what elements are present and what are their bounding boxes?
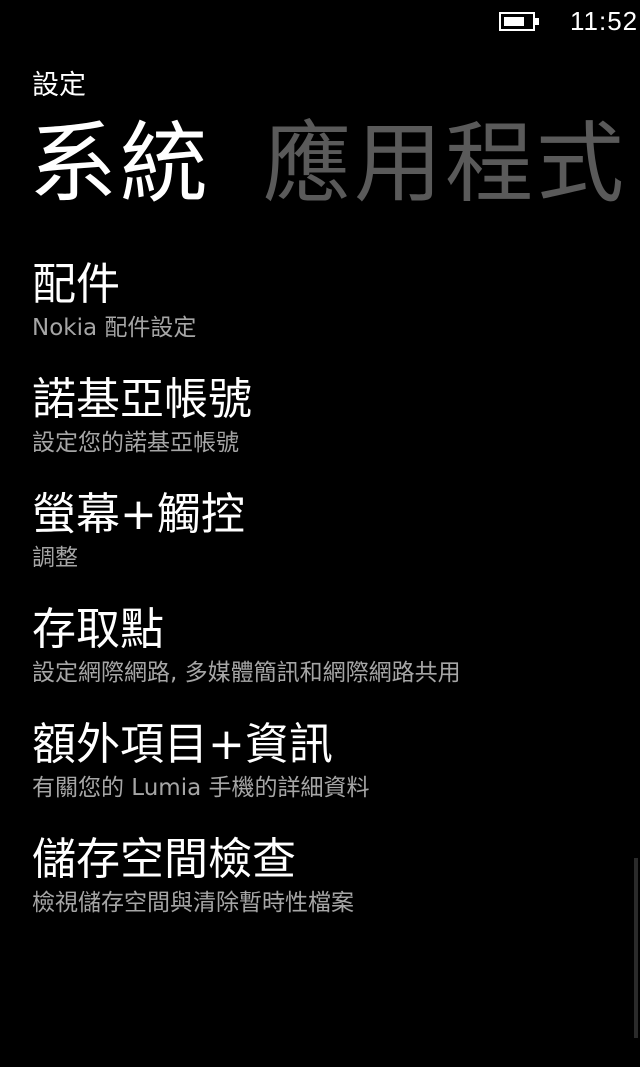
pivot-header-row: 系統 應用程式 [29, 106, 627, 222]
setting-subtitle: 設定網際網路, 多媒體簡訊和網際網路共用 [32, 660, 461, 686]
setting-item-nokia-account[interactable]: 諾基亞帳號 設定您的諾基亞帳號 [32, 370, 632, 485]
setting-item-display-touch[interactable]: 螢幕+觸控 調整 [32, 485, 632, 600]
setting-title: 螢幕+觸控 [32, 489, 245, 540]
setting-item-access-point[interactable]: 存取點 設定網際網路, 多媒體簡訊和網際網路共用 [32, 600, 632, 715]
setting-title: 配件 [32, 259, 120, 310]
settings-list: 配件 Nokia 配件設定 諾基亞帳號 設定您的諾基亞帳號 螢幕+觸控 調整 存… [32, 255, 632, 945]
battery-cap [535, 18, 539, 25]
battery-icon [499, 12, 539, 31]
pivot-tab-system[interactable]: 系統 [29, 106, 211, 222]
setting-subtitle: 有關您的 Lumia 手機的詳細資料 [32, 775, 370, 801]
battery-level-fill [504, 17, 524, 26]
pivot-tab-applications[interactable]: 應用程式 [263, 106, 627, 222]
setting-subtitle: 設定您的諾基亞帳號 [32, 430, 239, 456]
setting-item-storage-check[interactable]: 儲存空間檢查 檢視儲存空間與清除暫時性檔案 [32, 830, 632, 945]
setting-item-accessories[interactable]: 配件 Nokia 配件設定 [32, 255, 632, 370]
scrollbar[interactable] [634, 858, 638, 1038]
setting-subtitle: Nokia 配件設定 [32, 315, 197, 341]
setting-title: 儲存空間檢查 [32, 834, 296, 885]
app-title: 設定 [32, 70, 86, 101]
setting-title: 諾基亞帳號 [32, 374, 252, 425]
setting-title: 額外項目+資訊 [32, 719, 333, 770]
setting-title: 存取點 [32, 604, 164, 655]
setting-item-extras-info[interactable]: 額外項目+資訊 有關您的 Lumia 手機的詳細資料 [32, 715, 632, 830]
status-bar: 11:52 [0, 0, 640, 44]
setting-subtitle: 檢視儲存空間與清除暫時性檔案 [32, 890, 354, 916]
status-time: 11:52 [570, 6, 639, 36]
setting-subtitle: 調整 [32, 545, 78, 571]
